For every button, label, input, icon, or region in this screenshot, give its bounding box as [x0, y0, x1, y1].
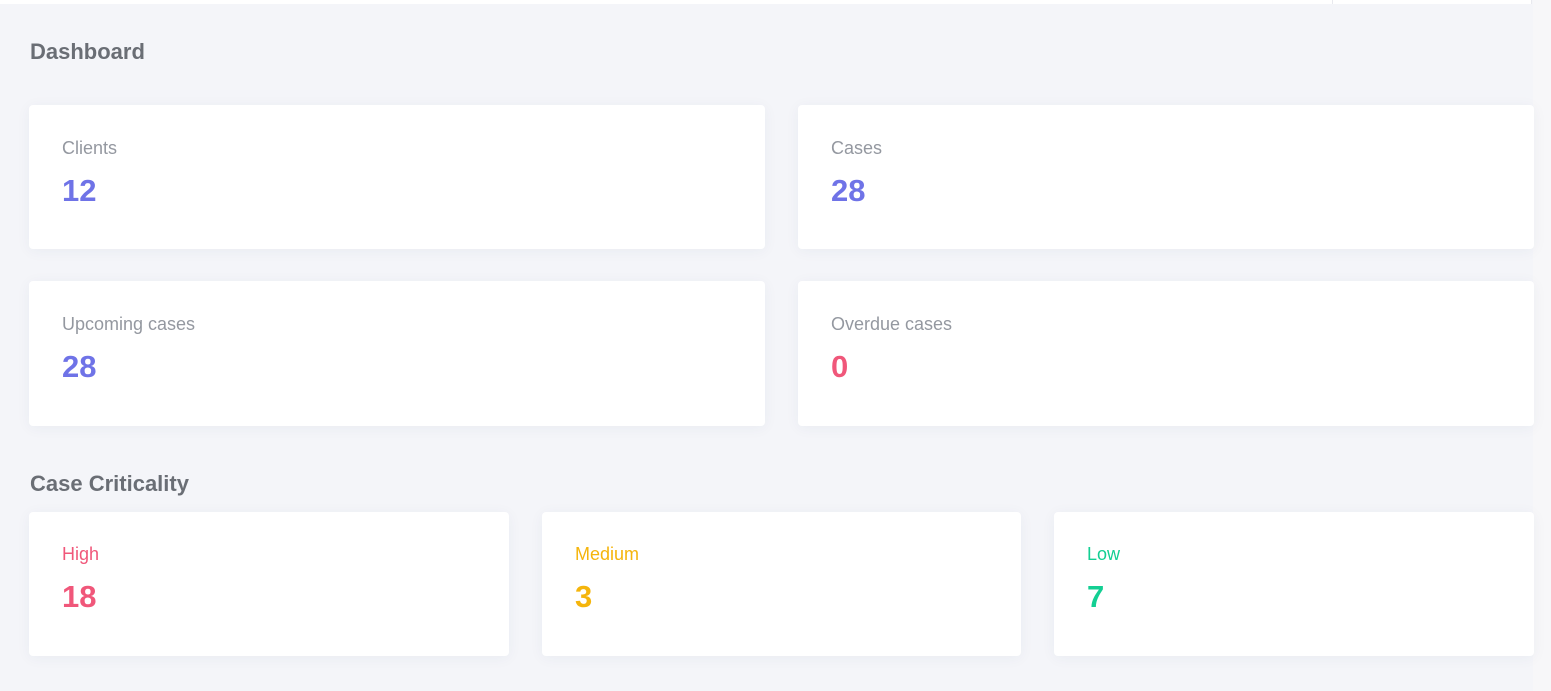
- cases-label: Cases: [831, 138, 883, 158]
- criticality-medium-count: 3: [575, 579, 593, 614]
- overdue-cases-card[interactable]: Overdue cases 0: [798, 281, 1534, 426]
- top-bar: [0, 0, 1524, 4]
- criticality-high-label: High: [62, 544, 100, 564]
- upcoming-cases-card[interactable]: Upcoming cases 28: [29, 281, 765, 426]
- criticality-low-label: Low: [1087, 544, 1121, 564]
- clients-card[interactable]: Clients 12: [29, 105, 765, 249]
- page-title: Dashboard: [30, 39, 145, 64]
- upcoming-cases-count: 28: [62, 349, 97, 384]
- criticality-high-card[interactable]: High 18: [29, 512, 509, 656]
- clients-count: 12: [62, 173, 97, 208]
- clients-label: Clients: [62, 138, 118, 158]
- cases-card[interactable]: Cases 28: [798, 105, 1534, 249]
- criticality-high-count: 18: [62, 579, 97, 614]
- criticality-low-count: 7: [1087, 579, 1105, 614]
- overdue-cases-count: 0: [831, 349, 849, 384]
- overdue-cases-label: Overdue cases: [831, 314, 953, 334]
- scrollbar-gutter[interactable]: [1533, 0, 1551, 691]
- top-bar-tab: [1332, 0, 1532, 4]
- criticality-medium-card[interactable]: Medium 3: [542, 512, 1021, 656]
- criticality-medium-label: Medium: [575, 544, 640, 564]
- cases-count: 28: [831, 173, 866, 208]
- criticality-low-card[interactable]: Low 7: [1054, 512, 1534, 656]
- criticality-title: Case Criticality: [30, 471, 189, 496]
- upcoming-cases-label: Upcoming cases: [62, 314, 196, 334]
- dashboard-page: Dashboard Clients 12 Cases 28 Upcoming c…: [0, 0, 1551, 691]
